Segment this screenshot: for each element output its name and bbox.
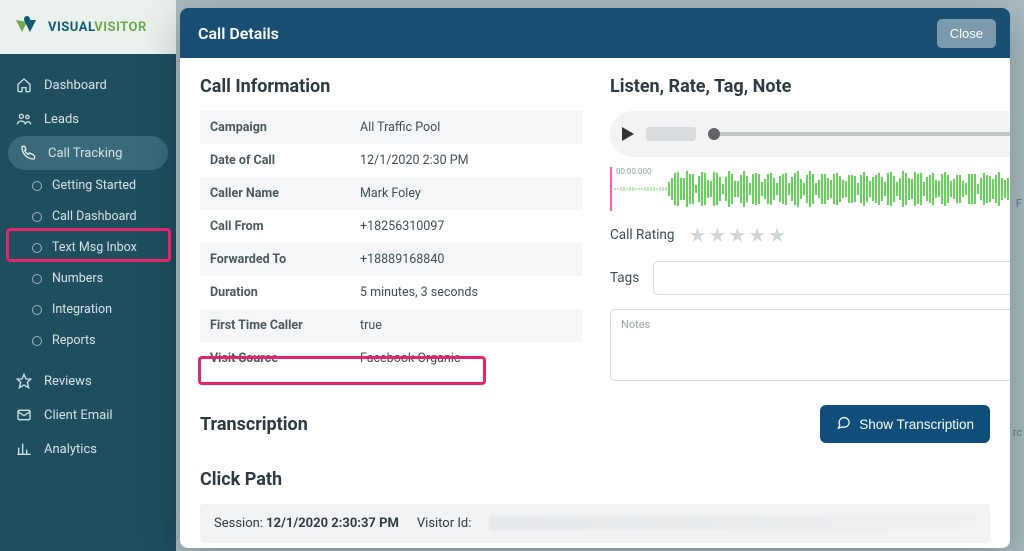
info-key: First Time Caller [200, 309, 350, 342]
bullet-icon [32, 243, 42, 253]
nav-analytics[interactable]: Analytics [0, 432, 176, 466]
info-value: Mark Foley [350, 177, 582, 210]
star-icon [16, 373, 32, 389]
nav-label: Analytics [44, 442, 97, 457]
info-row: CampaignAll Traffic Pool [200, 111, 582, 144]
people-icon [16, 111, 32, 127]
audio-scrubber[interactable] [708, 132, 1010, 136]
session-row: Session: 12/1/2020 2:30:37 PM Visitor Id… [200, 504, 990, 543]
listen-heading: Listen, Rate, Tag, Note [610, 76, 1010, 97]
info-row: Duration5 minutes, 3 seconds [200, 276, 582, 309]
subnav-label: Integration [52, 302, 112, 317]
call-info-table: CampaignAll Traffic PoolDate of Call12/1… [200, 111, 582, 375]
nav-label: Call Tracking [48, 146, 122, 161]
nav-label: Leads [44, 112, 79, 127]
info-value: 12/1/2020 2:30 PM [350, 144, 582, 177]
info-value: Facebook Organic [350, 342, 582, 375]
info-key: Forwarded To [200, 243, 350, 276]
subnav-label: Text Msg Inbox [52, 240, 137, 255]
modal-header: Call Details Close [180, 8, 1010, 58]
call-information-panel: Call Information CampaignAll Traffic Poo… [200, 76, 582, 381]
nav-leads[interactable]: Leads [0, 102, 176, 136]
info-value: +18889168840 [350, 243, 582, 276]
click-path-heading: Click Path [200, 469, 990, 490]
listen-panel: Listen, Rate, Tag, Note ⋮ 00:00.000 Call… [610, 76, 1010, 381]
sidebar: VISUALVISITOR Dashboard Leads Call Track… [0, 0, 176, 551]
info-row: Call From+18256310097 [200, 210, 582, 243]
notes-textarea[interactable]: Notes [610, 309, 1010, 381]
info-key: Visit Source [200, 342, 350, 375]
transcription-heading: Transcription [200, 414, 308, 435]
chat-icon [836, 415, 851, 433]
info-value: All Traffic Pool [350, 111, 582, 144]
call-information-heading: Call Information [200, 76, 582, 97]
show-transcription-button[interactable]: Show Transcription [820, 405, 990, 443]
notes-placeholder: Notes [621, 318, 650, 331]
logo-icon [14, 16, 40, 38]
subnav-integration[interactable]: Integration [28, 294, 176, 325]
info-value: 5 minutes, 3 seconds [350, 276, 582, 309]
tags-label: Tags [610, 270, 639, 286]
nav-label: Client Email [44, 408, 113, 423]
subnav-getting-started[interactable]: Getting Started [28, 170, 176, 201]
audio-time [646, 127, 696, 141]
nav-dashboard[interactable]: Dashboard [0, 68, 176, 102]
info-row: Caller NameMark Foley [200, 177, 582, 210]
call-details-modal: Call Details Close Call Information Camp… [180, 8, 1010, 548]
close-button[interactable]: Close [937, 19, 996, 48]
play-icon[interactable] [622, 127, 634, 141]
info-row: Forwarded To+18889168840 [200, 243, 582, 276]
subnav-numbers[interactable]: Numbers [28, 263, 176, 294]
nav-subgroup: Getting Started Call Dashboard Text Msg … [0, 170, 176, 356]
info-key: Date of Call [200, 144, 350, 177]
phone-icon [20, 145, 36, 161]
info-key: Duration [200, 276, 350, 309]
bullet-icon [32, 336, 42, 346]
nav-reviews[interactable]: Reviews [0, 364, 176, 398]
modal-body[interactable]: Call Information CampaignAll Traffic Poo… [180, 58, 1010, 548]
bar-chart-icon [16, 441, 32, 457]
subnav-reports[interactable]: Reports [28, 325, 176, 356]
waveform-time-label: 00:00.000 [616, 167, 652, 176]
subnav-label: Reports [52, 333, 96, 348]
brand-text: VISUALVISITOR [48, 20, 147, 35]
mail-icon [16, 407, 32, 423]
bullet-icon [32, 181, 42, 191]
info-key: Campaign [200, 111, 350, 144]
bullet-icon [32, 305, 42, 315]
bullet-icon [32, 274, 42, 284]
info-key: Caller Name [200, 177, 350, 210]
nav-label: Reviews [44, 374, 92, 389]
audio-waveform[interactable]: 00:00.000 [610, 167, 1010, 211]
session-label: Session: 12/1/2020 2:30:37 PM [214, 516, 399, 531]
nav: Dashboard Leads Call Tracking Getting St… [0, 54, 176, 466]
nav-call-tracking[interactable]: Call Tracking [8, 136, 168, 170]
show-transcription-label: Show Transcription [859, 417, 974, 432]
nav-label: Dashboard [44, 78, 107, 93]
home-icon [16, 77, 32, 93]
info-value: +18256310097 [350, 210, 582, 243]
visitor-id-redacted [489, 516, 976, 530]
tags-select[interactable] [653, 261, 1010, 295]
visitor-id-label: Visitor Id: [417, 516, 472, 531]
modal-title: Call Details [198, 24, 279, 43]
subnav-text-msg-inbox[interactable]: Text Msg Inbox [28, 232, 176, 263]
info-key: Call From [200, 210, 350, 243]
info-row: Visit SourceFacebook Organic [200, 342, 582, 375]
info-row: Date of Call12/1/2020 2:30 PM [200, 144, 582, 177]
info-value: true [350, 309, 582, 342]
subnav-label: Getting Started [52, 178, 136, 193]
call-rating-label: Call Rating [610, 227, 674, 243]
info-row: First Time Callertrue [200, 309, 582, 342]
audio-player[interactable]: ⋮ [610, 111, 1010, 157]
subnav-call-dashboard[interactable]: Call Dashboard [28, 201, 176, 232]
bullet-icon [32, 212, 42, 222]
rating-stars[interactable]: ★★★★★ [688, 223, 788, 247]
subnav-label: Call Dashboard [52, 209, 137, 224]
nav-client-email[interactable]: Client Email [0, 398, 176, 432]
subnav-label: Numbers [52, 271, 103, 286]
brand-logo[interactable]: VISUALVISITOR [0, 0, 176, 54]
